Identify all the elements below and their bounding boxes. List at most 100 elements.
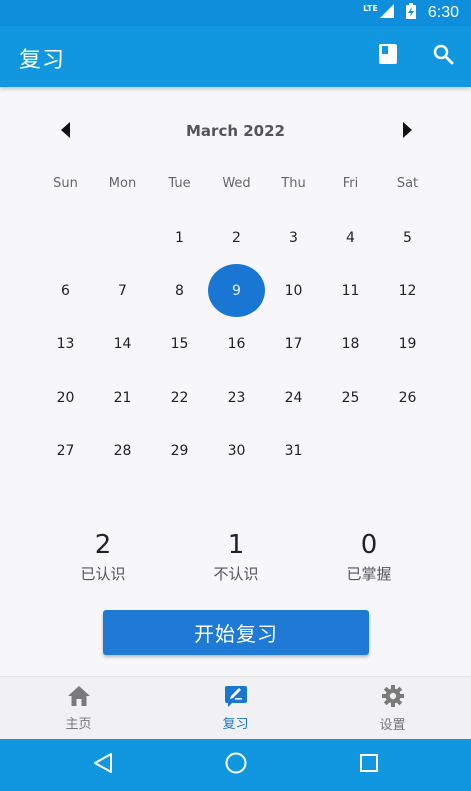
day-number: 2 <box>232 229 241 246</box>
calendar-day[interactable]: 2 <box>208 211 265 264</box>
nav-label: 主页 <box>65 717 92 732</box>
start-review-button[interactable]: 开始复习 <box>103 610 369 655</box>
recents-button[interactable] <box>355 751 383 779</box>
home-circle-icon <box>224 751 248 779</box>
day-number: 17 <box>284 336 303 353</box>
calendar-day[interactable]: 25 <box>322 371 379 424</box>
day-number: 16 <box>227 336 246 353</box>
stat-value: 2 <box>94 530 112 560</box>
calendar-empty-cell <box>37 211 94 264</box>
calendar-day-selected[interactable]: 9 <box>208 264 265 318</box>
review-icon <box>224 685 248 711</box>
day-number: 3 <box>289 229 298 246</box>
nav-item-home[interactable]: 主页 <box>0 677 157 740</box>
home-icon <box>67 685 91 711</box>
calendar-day[interactable]: 24 <box>265 371 322 424</box>
calendar-day[interactable]: 6 <box>37 264 94 317</box>
calendar-day[interactable]: 16 <box>208 318 265 371</box>
network-type: LTE <box>363 3 378 13</box>
calendar-day[interactable]: 21 <box>94 371 151 424</box>
weekday-label: Sun <box>53 176 78 191</box>
calendar-day[interactable]: 1 <box>151 211 208 264</box>
day-number: 19 <box>398 336 417 353</box>
calendar-day[interactable]: 23 <box>208 371 265 424</box>
day-number: 18 <box>341 336 360 353</box>
day-number: 1 <box>175 229 184 246</box>
calendar-day[interactable]: 10 <box>265 264 322 317</box>
day-number: 14 <box>113 336 132 353</box>
weekday-label: Sat <box>396 176 419 191</box>
calendar-empty-cell <box>322 425 379 478</box>
day-number: 31 <box>284 443 303 460</box>
status-bar: LTE 6:30 <box>0 0 471 26</box>
calendar-day[interactable]: 22 <box>151 371 208 424</box>
stat-unknown: 1 不认识 <box>176 530 296 584</box>
calendar-day[interactable]: 15 <box>151 318 208 371</box>
day-number: 12 <box>398 283 417 300</box>
stat-label: 已掌握 <box>346 565 392 583</box>
chevron-right-icon <box>402 122 412 142</box>
calendar-day[interactable]: 12 <box>379 264 436 317</box>
day-number: 22 <box>170 389 189 406</box>
calendar-day[interactable]: 13 <box>37 318 94 371</box>
calendar-header: March 2022 <box>0 112 471 152</box>
day-number: 27 <box>56 443 75 460</box>
calendar-day[interactable]: 20 <box>37 371 94 424</box>
calendar-day[interactable]: 31 <box>265 425 322 478</box>
next-month-button[interactable] <box>395 120 419 144</box>
day-number: 4 <box>346 229 355 246</box>
calendar-day[interactable]: 11 <box>322 264 379 317</box>
back-button[interactable] <box>89 751 117 779</box>
day-number: 28 <box>113 443 132 460</box>
system-nav-bar <box>0 739 471 791</box>
day-number: 24 <box>284 389 303 406</box>
day-number: 8 <box>175 283 184 300</box>
calendar-day[interactable]: 4 <box>322 211 379 264</box>
calendar-day[interactable]: 3 <box>265 211 322 264</box>
day-number: 5 <box>403 229 412 246</box>
app-bar: 复习 <box>0 26 471 87</box>
day-number: 30 <box>227 443 246 460</box>
home-button[interactable] <box>222 751 250 779</box>
calendar-day[interactable]: 8 <box>151 264 208 317</box>
nav-label: 复习 <box>222 717 249 732</box>
day-number: 29 <box>170 443 189 460</box>
day-number: 26 <box>398 389 417 406</box>
calendar-day[interactable]: 7 <box>94 264 151 317</box>
nav-item-review[interactable]: 复习 <box>157 677 314 740</box>
stat-value: 0 <box>360 530 378 560</box>
calendar-day[interactable]: 27 <box>37 425 94 478</box>
stat-label: 不认识 <box>213 565 259 583</box>
calendar-day[interactable]: 28 <box>94 425 151 478</box>
calendar-day[interactable]: 19 <box>379 318 436 371</box>
calendar-day[interactable]: 29 <box>151 425 208 478</box>
review-stats: 2 已认识 1 不认识 0 已掌握 <box>0 530 471 590</box>
calendar-grid: 1 2 3 4 5 6 7 8 9 10 11 12 13 14 15 16 17 18 19 20 21 22 23 24 2… <box>37 211 436 478</box>
calendar-empty-cell <box>379 425 436 478</box>
day-number: 7 <box>118 283 127 300</box>
stat-label: 已认识 <box>80 565 126 583</box>
search-button[interactable] <box>427 40 459 72</box>
weekday-label: Fri <box>342 176 359 191</box>
nav-item-settings[interactable]: 设置 <box>314 677 471 740</box>
battery-charging-icon <box>405 3 416 23</box>
calendar-day[interactable]: 17 <box>265 318 322 371</box>
calendar-empty-cell <box>94 211 151 264</box>
clock: 6:30 <box>427 4 459 21</box>
calendar-day[interactable]: 26 <box>379 371 436 424</box>
back-icon <box>92 752 114 778</box>
calendar-day[interactable]: 5 <box>379 211 436 264</box>
weekday-label: Thu <box>281 176 306 191</box>
page-title: 复习 <box>19 48 66 73</box>
stat-mastered: 0 已掌握 <box>309 530 429 584</box>
day-number: 10 <box>284 283 303 300</box>
calendar-day[interactable]: 18 <box>322 318 379 371</box>
gear-icon <box>381 684 405 712</box>
day-number: 20 <box>56 389 75 406</box>
day-number: 15 <box>170 336 189 353</box>
stat-known: 2 已认识 <box>43 530 163 584</box>
book-button[interactable] <box>372 40 404 72</box>
calendar-day[interactable]: 14 <box>94 318 151 371</box>
calendar-day[interactable]: 30 <box>208 425 265 478</box>
day-number: 6 <box>61 283 70 300</box>
